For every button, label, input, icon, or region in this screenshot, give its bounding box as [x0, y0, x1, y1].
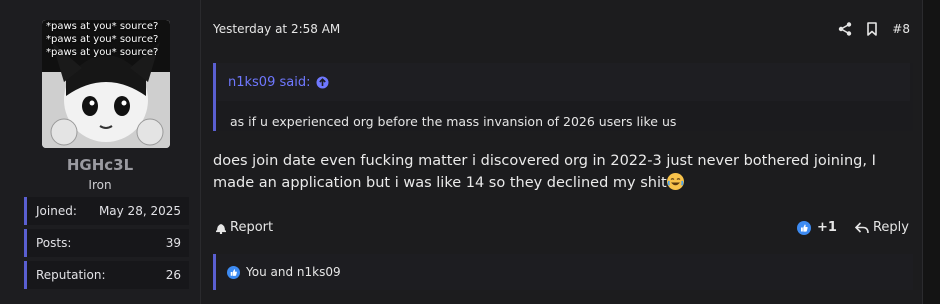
reaction-button[interactable]: +1 — [797, 220, 837, 235]
share-icon[interactable] — [838, 22, 852, 36]
stat-value: May 28, 2025 — [98, 204, 181, 218]
post-card: *paws at you* source? *paws at you* sour… — [0, 0, 923, 304]
post-message: does join date even fucking matter i dis… — [213, 150, 913, 194]
stat-joined: Joined: May 28, 2025 — [24, 197, 189, 225]
post-message-text: does join date even fucking matter i dis… — [213, 153, 876, 191]
reactions-text[interactable]: You and n1ks09 — [246, 265, 341, 279]
reply-icon — [854, 221, 869, 234]
bookmark-icon[interactable] — [866, 22, 878, 36]
quote-header: n1ks09 said: — [216, 63, 910, 101]
stat-label: Joined: — [36, 204, 77, 218]
arrow-up-circle-icon[interactable] — [316, 76, 329, 89]
like-icon[interactable] — [797, 220, 812, 235]
report-label[interactable]: Report — [230, 220, 273, 235]
stat-posts: Posts: 39 — [24, 229, 189, 257]
avatar-caption: *paws at you* source? *paws at you* sour… — [46, 20, 170, 59]
avatar[interactable]: *paws at you* source? *paws at you* sour… — [42, 20, 170, 148]
reply-button[interactable]: Reply — [854, 220, 909, 235]
post-header-tools: #8 — [838, 18, 910, 40]
stat-label: Posts: — [36, 236, 72, 250]
quote-block: n1ks09 said: as if u experienced org bef… — [213, 63, 913, 131]
post-main: Yesterday at 2:58 AM #8 n1ks09 said: as … — [200, 0, 922, 304]
reactions-summary[interactable]: You and n1ks09 — [227, 265, 341, 279]
user-info-panel: *paws at you* source? *paws at you* sour… — [0, 0, 201, 304]
post-actions: +1 Reply — [797, 220, 909, 235]
username[interactable]: HGHc3L — [0, 156, 200, 174]
stat-reputation: Reputation: 26 — [24, 261, 189, 289]
laughing-crying-emoji — [666, 173, 684, 190]
stat-value: 26 — [165, 268, 181, 282]
avatar-caption-line: *paws at you* source? — [46, 47, 159, 58]
reaction-count[interactable]: +1 — [817, 220, 837, 235]
reply-label[interactable]: Reply — [873, 220, 909, 235]
quote-author-link[interactable]: n1ks09 said: — [228, 75, 329, 90]
quote-author[interactable]: n1ks09 said: — [228, 75, 310, 90]
post-date[interactable]: Yesterday at 2:58 AM — [213, 22, 340, 36]
stat-label: Reputation: — [36, 268, 106, 282]
reactions-bar: You and n1ks09 — [213, 254, 913, 290]
post-number-link[interactable]: #8 — [892, 22, 910, 36]
user-title: Iron — [88, 178, 112, 192]
bell-icon — [215, 221, 227, 234]
like-icon — [227, 265, 240, 279]
quote-text: as if u experienced org before the mass … — [230, 114, 677, 129]
avatar-caption-line: *paws at you* source? — [46, 21, 159, 32]
stat-value: 39 — [165, 236, 181, 250]
report-link[interactable]: Report — [215, 220, 273, 235]
avatar-caption-line: *paws at you* source? — [46, 34, 159, 45]
